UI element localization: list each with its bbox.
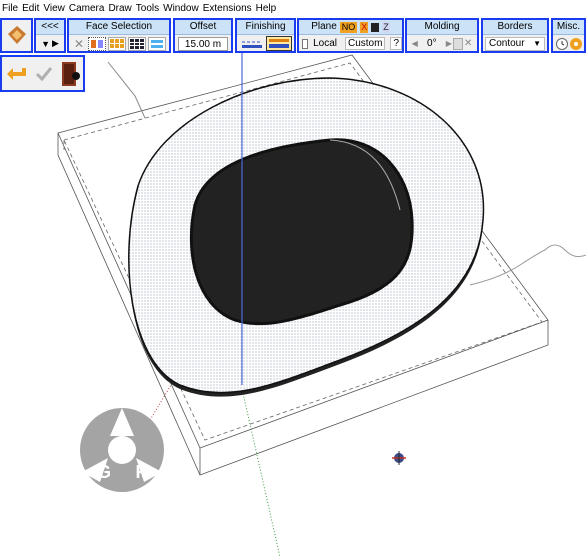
watermark-letter-r: R bbox=[136, 462, 149, 482]
settings-icon[interactable] bbox=[569, 37, 582, 50]
custom-button[interactable]: Custom bbox=[344, 37, 386, 50]
local-checkbox[interactable] bbox=[302, 38, 309, 49]
face-selection-toolbar: Face Selection ✕ bbox=[67, 18, 171, 53]
finish-raised-icon[interactable] bbox=[265, 36, 292, 51]
borders-toolbar: Borders Contour ▼ bbox=[481, 18, 549, 53]
chevron-down-icon: ▼ bbox=[533, 39, 541, 48]
finish-flat-icon[interactable] bbox=[240, 37, 264, 51]
menu-draw[interactable]: Draw bbox=[106, 3, 133, 14]
borders-title: Borders bbox=[483, 20, 547, 35]
menu-file[interactable]: File bbox=[0, 3, 20, 14]
triangle-down-icon[interactable]: ▼ bbox=[41, 39, 50, 49]
plane-no-button[interactable]: NO bbox=[339, 21, 358, 33]
triangle-right-icon[interactable]: ▶ bbox=[446, 39, 452, 48]
nav-toolbar: <<< ▼ ▶ bbox=[34, 18, 66, 53]
select-faces-icon[interactable] bbox=[88, 36, 106, 51]
plane-z-button[interactable]: Z bbox=[382, 21, 390, 33]
model-canvas[interactable]: A G R bbox=[0, 53, 586, 557]
plane-header: Plane NO X Z bbox=[299, 20, 402, 35]
plane-toolbar: Plane NO X Z Local Custom ? bbox=[297, 18, 404, 53]
menu-help[interactable]: Help bbox=[254, 3, 279, 14]
menu-view[interactable]: View bbox=[41, 3, 67, 14]
select-table-icon[interactable] bbox=[128, 36, 146, 51]
watermark-letter-g: G bbox=[97, 462, 111, 482]
plugin-logo-icon[interactable] bbox=[2, 20, 31, 51]
watermark-letter-a: A bbox=[116, 415, 129, 435]
logo-toolbar bbox=[0, 18, 33, 53]
molding-toolbar: Molding ◀ 0° ▶ ✕ bbox=[405, 18, 479, 53]
face-selection-title: Face Selection bbox=[69, 20, 169, 35]
terrain-curve bbox=[469, 244, 586, 286]
borders-selected-value: Contour bbox=[489, 38, 525, 49]
menu-window[interactable]: Window bbox=[161, 3, 201, 14]
select-grid-icon[interactable] bbox=[108, 36, 126, 51]
molding-title: Molding bbox=[407, 20, 477, 35]
watermark-logo: A G R bbox=[80, 408, 164, 492]
finishing-title: Finishing bbox=[237, 20, 294, 35]
clear-selection-icon[interactable]: ✕ bbox=[72, 37, 86, 51]
help-button[interactable]: ? bbox=[390, 37, 402, 50]
menu-edit[interactable]: Edit bbox=[20, 3, 41, 14]
menu-bar: File Edit View Camera Draw Tools Window … bbox=[0, 0, 586, 16]
plane-title: Plane bbox=[311, 21, 337, 32]
molding-clear-icon[interactable]: ✕ bbox=[464, 38, 472, 49]
misc-toolbar: Misc. bbox=[551, 18, 586, 53]
select-all-icon[interactable] bbox=[148, 36, 166, 51]
offset-input[interactable]: 15.00 m bbox=[178, 36, 228, 51]
offset-title: Offset bbox=[175, 20, 231, 35]
molding-profile-icon[interactable] bbox=[452, 37, 463, 50]
misc-title: Misc. bbox=[553, 20, 584, 35]
clock-icon[interactable] bbox=[555, 37, 568, 50]
menu-camera[interactable]: Camera bbox=[67, 3, 107, 14]
menu-extensions[interactable]: Extensions bbox=[201, 3, 254, 14]
triangle-right-icon[interactable]: ▶ bbox=[52, 38, 59, 49]
plane-x-button[interactable]: X bbox=[360, 21, 369, 33]
finishing-toolbar: Finishing bbox=[235, 18, 296, 53]
triangle-left-icon[interactable]: ◀ bbox=[412, 39, 418, 48]
molding-angle-value[interactable]: 0° bbox=[419, 37, 445, 51]
menu-tools[interactable]: Tools bbox=[134, 3, 161, 14]
plane-y-icon[interactable] bbox=[371, 22, 380, 32]
offset-toolbar: Offset 15.00 m bbox=[173, 18, 233, 53]
terrain-line bbox=[107, 61, 146, 119]
local-label: Local bbox=[313, 38, 337, 49]
axis-gizmo-icon bbox=[392, 451, 406, 465]
borders-dropdown[interactable]: Contour ▼ bbox=[485, 36, 545, 51]
nav-back-button[interactable]: <<< bbox=[36, 20, 64, 35]
